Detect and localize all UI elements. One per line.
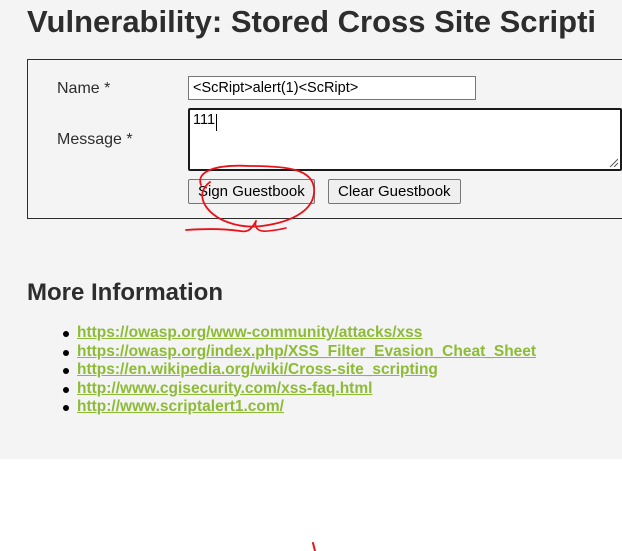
list-item: http://www.scriptalert1.com/ xyxy=(60,398,536,417)
message-textarea[interactable]: 111 xyxy=(188,108,622,171)
list-item: https://owasp.org/www-community/attacks/… xyxy=(60,324,536,343)
list-item: https://owasp.org/index.php/XSS_Filter_E… xyxy=(60,343,536,362)
text-caret xyxy=(216,114,217,131)
more-information-heading: More Information xyxy=(27,279,223,306)
reference-link[interactable]: https://owasp.org/www-community/attacks/… xyxy=(77,324,422,341)
reference-link[interactable]: http://www.cgisecurity.com/xss-faq.html xyxy=(77,380,372,397)
name-label: Name * xyxy=(57,80,111,97)
clear-guestbook-button[interactable]: Clear Guestbook xyxy=(328,179,461,204)
reference-link[interactable]: https://owasp.org/index.php/XSS_Filter_E… xyxy=(77,343,536,360)
message-text: 111 xyxy=(193,112,216,128)
guestbook-form: Name * Message * 111 Sign Guestbook Clea… xyxy=(27,59,622,219)
reference-link[interactable]: http://www.scriptalert1.com/ xyxy=(77,398,284,415)
list-item: http://www.cgisecurity.com/xss-faq.html xyxy=(60,380,536,399)
reference-links-list: https://owasp.org/www-community/attacks/… xyxy=(60,324,536,417)
name-input[interactable] xyxy=(188,76,476,100)
list-item: https://en.wikipedia.org/wiki/Cross-site… xyxy=(60,361,536,380)
main-content: Vulnerability: Stored Cross Site Scripti… xyxy=(0,0,622,459)
reference-link[interactable]: https://en.wikipedia.org/wiki/Cross-site… xyxy=(77,361,438,378)
page-title: Vulnerability: Stored Cross Site Scripti xyxy=(27,4,597,39)
message-label: Message * xyxy=(57,131,133,148)
resize-grip-icon[interactable] xyxy=(609,158,618,167)
sign-guestbook-button[interactable]: Sign Guestbook xyxy=(188,179,315,204)
